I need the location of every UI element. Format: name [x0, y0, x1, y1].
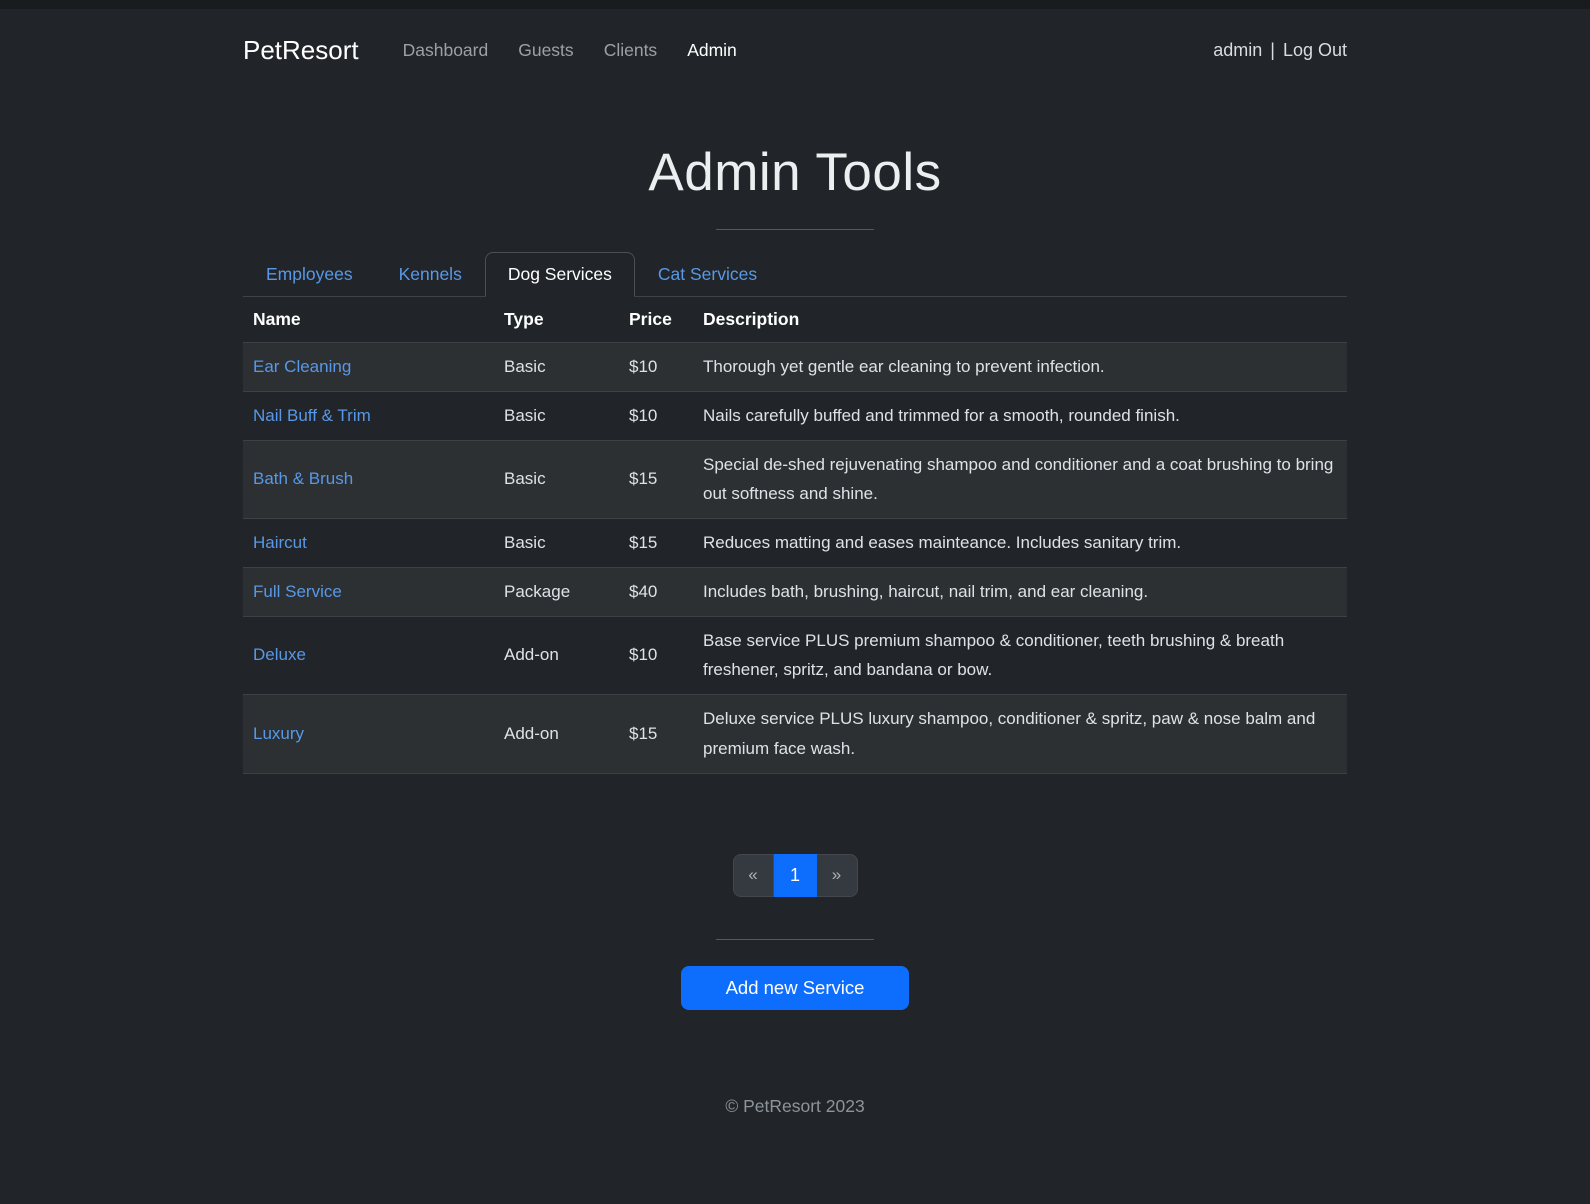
- tab-cat-services[interactable]: Cat Services: [635, 252, 780, 297]
- service-link-nail-buff-trim[interactable]: Nail Buff & Trim: [253, 406, 371, 425]
- service-description: Includes bath, brushing, haircut, nail t…: [693, 567, 1347, 617]
- service-price: $15: [619, 440, 693, 519]
- service-type: Add-on: [494, 616, 619, 695]
- table-row: Full Service Package $40 Includes bath, …: [243, 567, 1347, 617]
- service-description: Nails carefully buffed and trimmed for a…: [693, 391, 1347, 441]
- column-header-description: Description: [693, 297, 1347, 343]
- service-link-full-service[interactable]: Full Service: [253, 582, 342, 601]
- service-description: Special de-shed rejuvenating shampoo and…: [693, 440, 1347, 519]
- service-type: Basic: [494, 342, 619, 392]
- service-price: $40: [619, 567, 693, 617]
- service-link-ear-cleaning[interactable]: Ear Cleaning: [253, 357, 351, 376]
- table-row: Deluxe Add-on $10 Base service PLUS prem…: [243, 616, 1347, 695]
- table-header-row: Name Type Price Description: [243, 297, 1347, 343]
- window-top-strip: [0, 0, 1590, 9]
- tab-employees[interactable]: Employees: [243, 252, 376, 297]
- pagination-page-1[interactable]: 1: [773, 853, 817, 897]
- add-new-service-button[interactable]: Add new Service: [680, 965, 910, 1010]
- pagination-divider: [716, 938, 874, 940]
- service-description: Thorough yet gentle ear cleaning to prev…: [693, 342, 1347, 392]
- table-row: Luxury Add-on $15 Deluxe service PLUS lu…: [243, 694, 1347, 774]
- service-type: Basic: [494, 518, 619, 568]
- service-link-luxury[interactable]: Luxury: [253, 724, 304, 743]
- nav-link-clients[interactable]: Clients: [604, 40, 658, 61]
- page-title: Admin Tools: [648, 143, 942, 202]
- service-price: $10: [619, 342, 693, 392]
- service-price: $15: [619, 518, 693, 568]
- table-row: Nail Buff & Trim Basic $10 Nails careful…: [243, 391, 1347, 441]
- footer-copyright: © PetResort 2023: [725, 1095, 865, 1116]
- nav-link-dashboard[interactable]: Dashboard: [403, 40, 489, 61]
- service-link-bath-brush[interactable]: Bath & Brush: [253, 469, 353, 488]
- logout-link[interactable]: Log Out: [1283, 40, 1347, 61]
- navbar: PetResort Dashboard Guests Clients Admin…: [0, 9, 1590, 84]
- column-header-price: Price: [619, 297, 693, 343]
- service-description: Base service PLUS premium shampoo & cond…: [693, 616, 1347, 695]
- username-link[interactable]: admin: [1213, 40, 1262, 61]
- dog-services-table: Name Type Price Description Ear Cleaning…: [243, 297, 1347, 774]
- service-type: Basic: [494, 391, 619, 441]
- table-row: Haircut Basic $15 Reduces matting and ea…: [243, 518, 1347, 568]
- title-divider: [716, 229, 874, 230]
- brand-logo[interactable]: PetResort: [243, 35, 359, 66]
- service-type: Basic: [494, 440, 619, 519]
- pagination-prev-button[interactable]: «: [732, 853, 774, 897]
- service-description: Reduces matting and eases mainteance. In…: [693, 518, 1347, 568]
- service-type: Package: [494, 567, 619, 617]
- nav-link-guests[interactable]: Guests: [518, 40, 573, 61]
- service-link-deluxe[interactable]: Deluxe: [253, 645, 306, 664]
- table-row: Ear Cleaning Basic $10 Thorough yet gent…: [243, 342, 1347, 392]
- table-row: Bath & Brush Basic $15 Special de-shed r…: [243, 440, 1347, 519]
- column-header-type: Type: [494, 297, 619, 343]
- pagination-next-button[interactable]: »: [816, 853, 858, 897]
- service-description: Deluxe service PLUS luxury shampoo, cond…: [693, 694, 1347, 774]
- nav-user-area: admin | Log Out: [1213, 40, 1347, 61]
- service-link-haircut[interactable]: Haircut: [253, 533, 307, 552]
- service-type: Add-on: [494, 694, 619, 774]
- nav-links: Dashboard Guests Clients Admin: [373, 40, 737, 61]
- admin-tools-panel: Employees Kennels Dog Services Cat Servi…: [243, 252, 1347, 1010]
- service-price: $15: [619, 694, 693, 774]
- tab-kennels[interactable]: Kennels: [376, 252, 485, 297]
- pagination: « 1 »: [732, 853, 858, 897]
- column-header-name: Name: [243, 297, 494, 343]
- tab-dog-services[interactable]: Dog Services: [484, 252, 635, 297]
- admin-tabs: Employees Kennels Dog Services Cat Servi…: [243, 252, 1347, 297]
- nav-link-admin[interactable]: Admin: [687, 40, 737, 61]
- service-price: $10: [619, 616, 693, 695]
- nav-user-divider: |: [1270, 40, 1275, 60]
- service-price: $10: [619, 391, 693, 441]
